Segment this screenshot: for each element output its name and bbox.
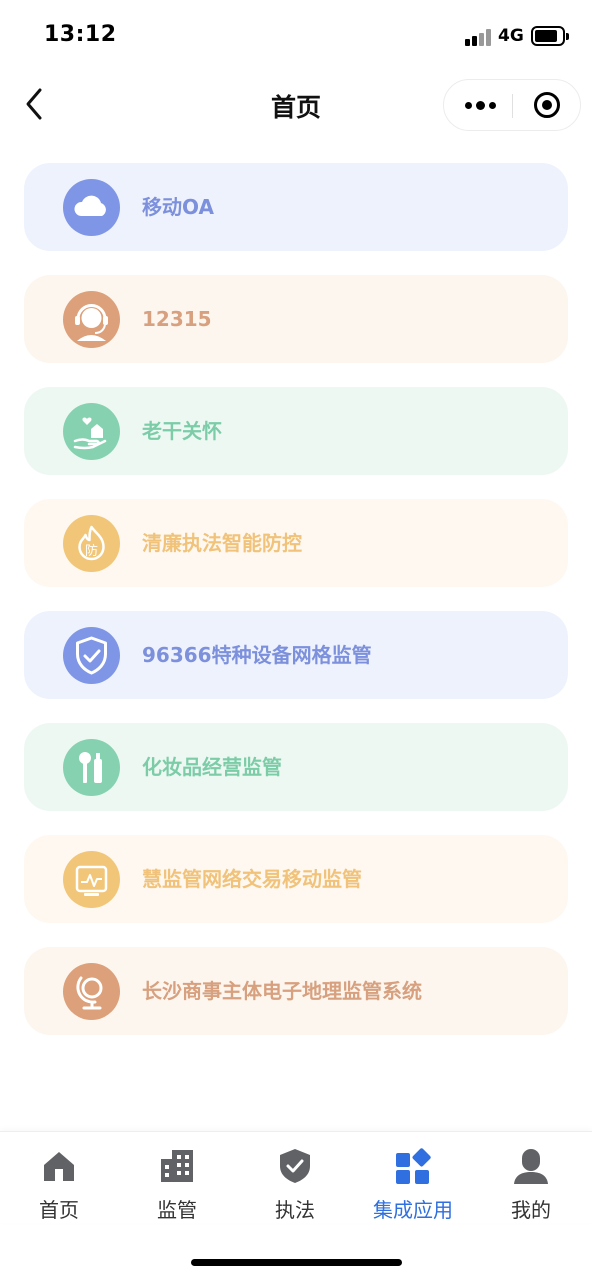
user-icon <box>514 1149 548 1184</box>
building-icon <box>161 1150 193 1182</box>
apps-grid-icon <box>396 1148 431 1184</box>
status-time: 13:12 <box>44 22 117 47</box>
caring-hand-heart-icon <box>63 403 120 460</box>
tab-label: 首页 <box>39 1198 79 1222</box>
cosmetics-icon <box>63 739 120 796</box>
shield-check-icon <box>63 627 120 684</box>
app-card-geo-supervision[interactable]: 长沙商事主体电子地理监管系统 <box>24 947 568 1035</box>
tab-bar: 首页 监管 执法 集成应用 我的 <box>0 1131 592 1223</box>
app-label: 慧监管网络交易移动监管 <box>142 867 362 891</box>
app-label: 长沙商事主体电子地理监管系统 <box>142 979 422 1003</box>
customer-service-headset-icon <box>63 291 120 348</box>
tab-label: 我的 <box>511 1198 551 1222</box>
svg-text:防: 防 <box>85 543 98 559</box>
monitor-chart-icon <box>63 851 120 908</box>
home-icon <box>44 1152 74 1181</box>
status-bar: 13:12 4G <box>0 0 592 72</box>
app-card-veteran-care[interactable]: 老干关怀 <box>24 387 568 475</box>
app-label: 96366特种设备网格监管 <box>142 643 372 667</box>
app-card-cosmetics[interactable]: 化妆品经营监管 <box>24 723 568 811</box>
network-type: 4G <box>498 26 524 46</box>
tab-supervision[interactable]: 监管 <box>118 1132 236 1224</box>
app-card-integrity-enforcement[interactable]: 防 清廉执法智能防控 <box>24 499 568 587</box>
tab-label: 监管 <box>157 1198 197 1222</box>
mini-program-capsule <box>443 79 581 131</box>
app-list: 移动OA 12315 老干关怀 防 清廉执法智能防控 96366特种设备网格监管… <box>24 163 568 1059</box>
globe-icon <box>63 963 120 1020</box>
close-mini-program-button[interactable] <box>513 80 581 130</box>
home-indicator <box>191 1259 402 1266</box>
battery-icon <box>531 26 569 46</box>
app-card-special-equipment[interactable]: 96366特种设备网格监管 <box>24 611 568 699</box>
app-label: 12315 <box>142 307 212 331</box>
fire-prevention-icon: 防 <box>63 515 120 572</box>
tab-enforcement[interactable]: 执法 <box>236 1132 354 1224</box>
tab-home[interactable]: 首页 <box>0 1132 118 1224</box>
app-card-mobile-oa[interactable]: 移动OA <box>24 163 568 251</box>
shield-check-icon <box>280 1149 310 1183</box>
signal-icon <box>465 28 493 46</box>
more-button[interactable] <box>444 80 512 130</box>
app-label: 清廉执法智能防控 <box>142 531 302 555</box>
app-card-12315[interactable]: 12315 <box>24 275 568 363</box>
cloud-icon <box>63 179 120 236</box>
tab-label: 执法 <box>275 1198 315 1222</box>
nav-bar: 首页 <box>0 72 592 138</box>
app-card-online-trade[interactable]: 慧监管网络交易移动监管 <box>24 835 568 923</box>
tab-label: 集成应用 <box>373 1198 453 1222</box>
tab-me[interactable]: 我的 <box>472 1132 590 1224</box>
app-label: 老干关怀 <box>142 419 222 443</box>
tab-integrated-apps[interactable]: 集成应用 <box>354 1132 472 1224</box>
app-label: 移动OA <box>142 195 214 219</box>
app-label: 化妆品经营监管 <box>142 755 282 779</box>
